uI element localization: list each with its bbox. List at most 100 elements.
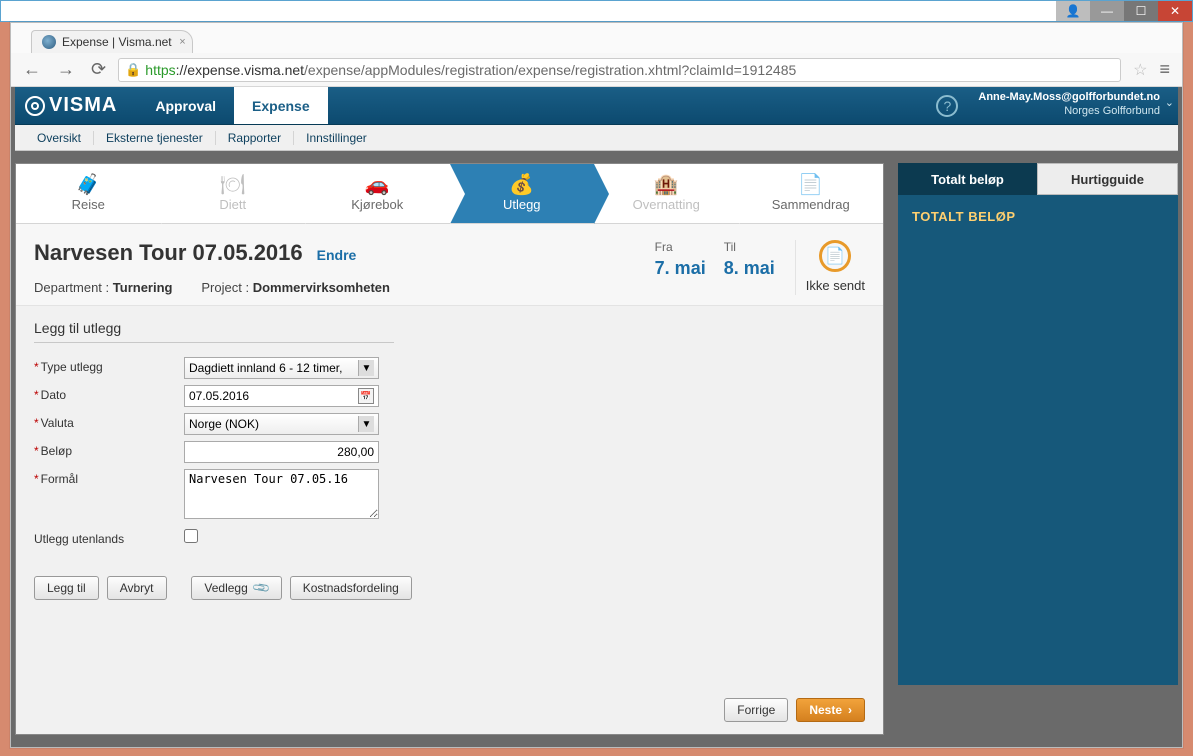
wizard-footer: Forrige Neste xyxy=(16,686,883,734)
visma-logo-text: VISMA xyxy=(49,94,117,117)
calendar-icon[interactable]: 📅 xyxy=(358,388,374,404)
step-label: Utlegg xyxy=(503,197,541,212)
label-purpose: *Formål xyxy=(34,469,184,486)
subnav: Oversikt Eksterne tjenester Rapporter In… xyxy=(15,125,1178,151)
date-value: 07.05.2016 xyxy=(189,389,249,403)
address-bar[interactable]: 🔒 https://expense.visma.net/expense/appM… xyxy=(118,58,1121,82)
previous-button[interactable]: Forrige xyxy=(724,698,788,722)
side-title: TOTALT BELØP xyxy=(912,209,1164,224)
date-input[interactable]: 07.05.2016 📅 xyxy=(184,385,379,407)
workspace: 🧳 Reise 🍽 Diett 🚗 Kjørebok xyxy=(11,151,1182,747)
browser-tab-close-icon[interactable]: × xyxy=(179,36,185,48)
url-scheme: https xyxy=(145,62,175,78)
main-panel: 🧳 Reise 🍽 Diett 🚗 Kjørebok xyxy=(15,163,884,735)
step-sammendrag[interactable]: 📄 Sammendrag xyxy=(739,164,884,223)
favicon-icon xyxy=(42,35,56,49)
label-type: *Type utlegg xyxy=(34,357,184,374)
browser-window: Expense | Visma.net × ← → ⟳ 🔒 https://ex… xyxy=(10,22,1183,748)
url-host: ://expense.visma.net xyxy=(176,62,304,78)
side-tab-guide[interactable]: Hurtigguide xyxy=(1037,163,1178,195)
side-tab-total[interactable]: Totalt beløp xyxy=(898,163,1037,195)
subnav-oversikt[interactable]: Oversikt xyxy=(25,131,94,145)
attachment-button[interactable]: Vedlegg 📎 xyxy=(191,576,281,600)
amount-input[interactable] xyxy=(184,441,379,463)
project-value: Dommervirksomheten xyxy=(253,280,390,295)
forward-button[interactable]: → xyxy=(53,59,79,80)
attachment-label: Vedlegg xyxy=(204,581,247,595)
step-nav: 🧳 Reise 🍽 Diett 🚗 Kjørebok xyxy=(16,164,883,224)
paperclip-icon: 📎 xyxy=(251,578,271,598)
type-select-value: Dagdiett innland 6 - 12 timer, xyxy=(189,361,342,375)
step-label: Kjørebok xyxy=(351,197,403,212)
browser-toolbar: ← → ⟳ 🔒 https://expense.visma.net/expens… xyxy=(11,53,1182,87)
subnav-rapporter[interactable]: Rapporter xyxy=(216,131,294,145)
status-text: Ikke sendt xyxy=(806,278,865,293)
os-user-button[interactable]: 👤 xyxy=(1056,1,1090,21)
top-tab-expense[interactable]: Expense xyxy=(234,87,328,124)
user-menu[interactable]: Anne-May.Moss@golfforbundet.no Norges Go… xyxy=(968,87,1178,124)
label-amount: *Beløp xyxy=(34,441,184,458)
label-currency: *Valuta xyxy=(34,413,184,430)
form-buttons: Legg til Avbryt Vedlegg 📎 Kostnadsfordel… xyxy=(34,576,865,600)
step-label: Overnatting xyxy=(633,197,700,212)
os-close-button[interactable]: ✕ xyxy=(1158,1,1192,21)
subnav-eksterne[interactable]: Eksterne tjenester xyxy=(94,131,216,145)
chevron-down-icon: ▼ xyxy=(358,360,374,376)
app-viewport: VISMA Approval Expense ? Anne-May.Moss@g… xyxy=(11,87,1182,747)
dept-label: Department : xyxy=(34,280,109,295)
app-header: VISMA Approval Expense ? Anne-May.Moss@g… xyxy=(15,87,1178,125)
cutlery-icon: 🍽 xyxy=(220,175,245,195)
cancel-button[interactable]: Avbryt xyxy=(107,576,167,600)
visma-logo[interactable]: VISMA xyxy=(25,87,117,124)
currency-value: Norge (NOK) xyxy=(189,417,259,431)
step-overnatting[interactable]: 🏨 Overnatting xyxy=(594,164,739,223)
subnav-innstillinger[interactable]: Innstillinger xyxy=(294,131,379,145)
type-select[interactable]: Dagdiett innland 6 - 12 timer, ▼ xyxy=(184,357,379,379)
visma-logo-icon xyxy=(25,96,45,116)
browser-menu-icon[interactable]: ≡ xyxy=(1155,59,1174,80)
step-kjorebok[interactable]: 🚗 Kjørebok xyxy=(305,164,450,223)
os-titlebar: 👤 — ☐ ✕ xyxy=(0,0,1193,22)
suitcase-icon: 🧳 xyxy=(76,175,101,195)
step-label: Sammendrag xyxy=(772,197,850,212)
os-minimize-button[interactable]: — xyxy=(1090,1,1124,21)
next-button[interactable]: Neste xyxy=(796,698,865,722)
abroad-checkbox[interactable] xyxy=(184,529,198,543)
step-label: Reise xyxy=(72,197,105,212)
browser-tab[interactable]: Expense | Visma.net × xyxy=(31,30,193,53)
step-utlegg[interactable]: 💰 Utlegg xyxy=(450,164,595,223)
from-label: Fra xyxy=(655,240,706,254)
lock-icon: 🔒 xyxy=(125,62,141,78)
user-email: Anne-May.Moss@golfforbundet.no xyxy=(978,91,1160,105)
claim-header: Narvesen Tour 07.05.2016 Endre Departmen… xyxy=(16,224,883,306)
help-icon[interactable]: ? xyxy=(936,95,958,117)
browser-tab-title: Expense | Visma.net xyxy=(62,35,172,49)
claim-dates: Fra 7. mai Til 8. mai xyxy=(655,240,795,295)
purpose-textarea[interactable]: Narvesen Tour 07.05.16 xyxy=(184,469,379,519)
reload-button[interactable]: ⟳ xyxy=(87,59,110,80)
label-date: *Dato xyxy=(34,385,184,402)
to-label: Til xyxy=(724,240,775,254)
add-expense-form: Legg til utlegg *Type utlegg Dagdiett in… xyxy=(16,306,883,610)
project-label: Project : xyxy=(201,280,249,295)
side-body: TOTALT BELØP xyxy=(898,195,1178,685)
step-diett[interactable]: 🍽 Diett xyxy=(161,164,306,223)
claim-status: 📄 Ikke sendt xyxy=(795,240,865,295)
add-button[interactable]: Legg til xyxy=(34,576,99,600)
top-tab-approval[interactable]: Approval xyxy=(137,87,234,124)
claim-title: Narvesen Tour 07.05.2016 xyxy=(34,240,303,266)
url-path: /expense/appModules/registration/expense… xyxy=(304,62,796,78)
bookmark-icon[interactable]: ☆ xyxy=(1133,60,1147,80)
form-section-title: Legg til utlegg xyxy=(34,320,394,343)
back-button[interactable]: ← xyxy=(19,59,45,80)
currency-select[interactable]: Norge (NOK) ▼ xyxy=(184,413,379,435)
label-abroad: Utlegg utenlands xyxy=(34,529,184,546)
os-maximize-button[interactable]: ☐ xyxy=(1124,1,1158,21)
from-value: 7. mai xyxy=(655,258,706,279)
edit-claim-link[interactable]: Endre xyxy=(317,247,357,263)
cost-allocation-button[interactable]: Kostnadsfordeling xyxy=(290,576,412,600)
browser-tabbar: Expense | Visma.net × xyxy=(11,23,1182,53)
claim-meta: Department : Turnering Project : Dommerv… xyxy=(34,280,655,295)
user-org: Norges Golfforbund xyxy=(978,105,1160,119)
step-reise[interactable]: 🧳 Reise xyxy=(16,164,161,223)
